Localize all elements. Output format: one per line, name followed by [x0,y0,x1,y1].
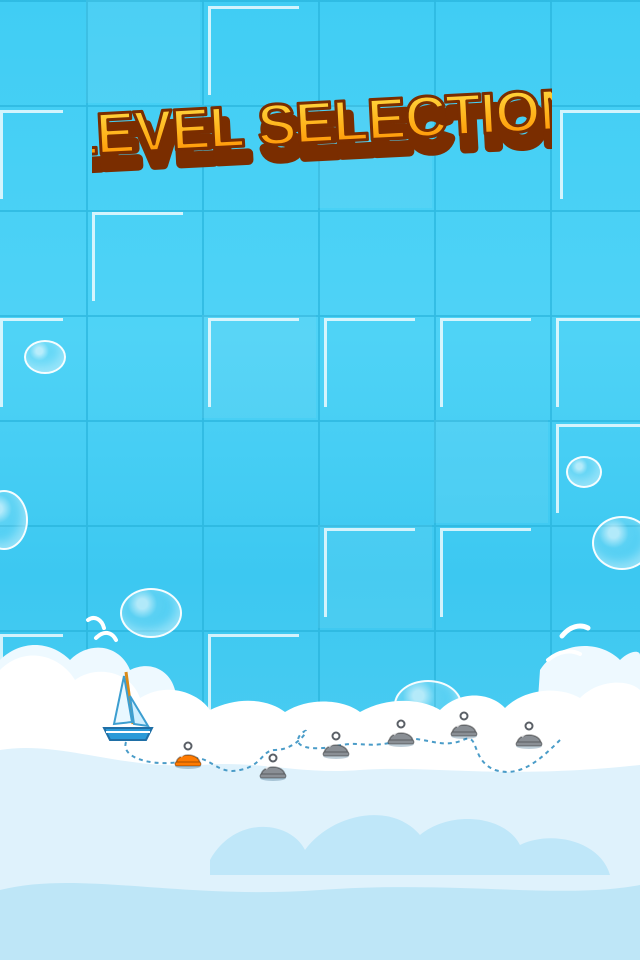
level-3-buoy-icon[interactable] [321,730,351,760]
level-selection-screen: LEVEL SELECTION LEVEL SELECTION [0,0,640,960]
bubble [566,456,602,488]
level-1-buoy-icon[interactable] [173,740,203,770]
splash [86,616,106,630]
splash [559,623,591,639]
level-6-buoy-icon[interactable] [514,720,544,750]
cloud-bank [0,616,640,960]
tile [434,420,548,523]
tile [202,315,316,418]
cloud-shade [0,882,640,960]
level-5-buoy-icon[interactable] [449,710,479,740]
title-graphic: LEVEL SELECTION LEVEL SELECTION [59,75,592,187]
level-4-buoy-icon[interactable] [386,718,416,748]
level-2-buoy-icon[interactable] [258,752,288,782]
sailboat-icon[interactable] [100,666,156,746]
title-banner: LEVEL SELECTION LEVEL SELECTION [59,68,592,188]
splash [94,631,118,642]
bubble [24,340,66,374]
